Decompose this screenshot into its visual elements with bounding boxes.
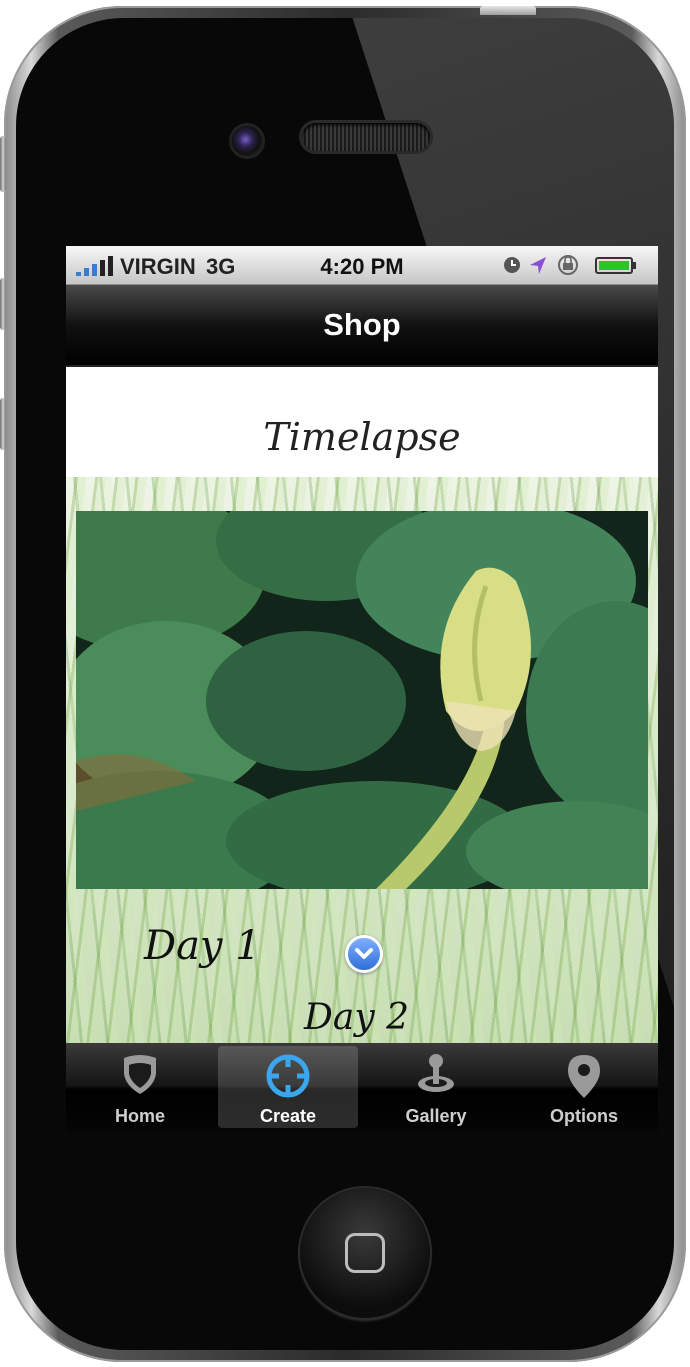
home-button[interactable]: [300, 1188, 430, 1318]
location-arrow-icon: [530, 257, 546, 274]
tab-gallery[interactable]: Gallery: [366, 1046, 506, 1128]
shield-icon: [124, 1055, 156, 1094]
mute-switch: [0, 136, 6, 192]
status-bar: VIRGIN 3G 4:20 PM: [66, 246, 658, 285]
tab-create-label: Create: [259, 1106, 317, 1126]
crosshair-icon: [266, 1054, 310, 1098]
earpiece-speaker: [302, 123, 430, 151]
volume-down-button: [0, 398, 6, 450]
tab-home-label: Home: [114, 1106, 165, 1126]
battery-icon: [595, 257, 636, 274]
nav-title: Shop: [323, 307, 401, 342]
chevron-down-icon: [355, 948, 373, 959]
volume-up-button: [0, 278, 6, 330]
tab-options[interactable]: Options: [514, 1046, 654, 1128]
tab-options-label: Options: [550, 1106, 618, 1126]
rotation-lock-icon: [558, 255, 578, 275]
tab-home[interactable]: Home: [70, 1046, 210, 1128]
tab-create[interactable]: Create: [218, 1046, 358, 1128]
tab-gallery-label: Gallery: [405, 1106, 467, 1126]
home-square-icon: [345, 1233, 385, 1273]
sleep-button: [480, 6, 536, 15]
alarm-clock-icon: [504, 257, 520, 273]
map-pin-icon: [568, 1055, 600, 1098]
navigation-bar: Shop: [66, 285, 658, 367]
day-dropdown-button[interactable]: [345, 935, 383, 973]
status-icons: [504, 255, 636, 275]
content-area: Timelapse Day 1 Day 2: [66, 367, 658, 1043]
front-camera: [232, 126, 262, 156]
day-1-label: Day 1: [144, 923, 261, 969]
day-2-label: Day 2: [304, 997, 410, 1038]
tab-bar: Home Create Gallery Options: [66, 1043, 658, 1132]
screen: VIRGIN 3G 4:20 PM Shop Timelapse Day 1 D…: [66, 246, 658, 1132]
joystick-icon: [418, 1054, 454, 1092]
page-title: Timelapse: [263, 415, 461, 459]
water-lily-photo: [76, 511, 648, 889]
